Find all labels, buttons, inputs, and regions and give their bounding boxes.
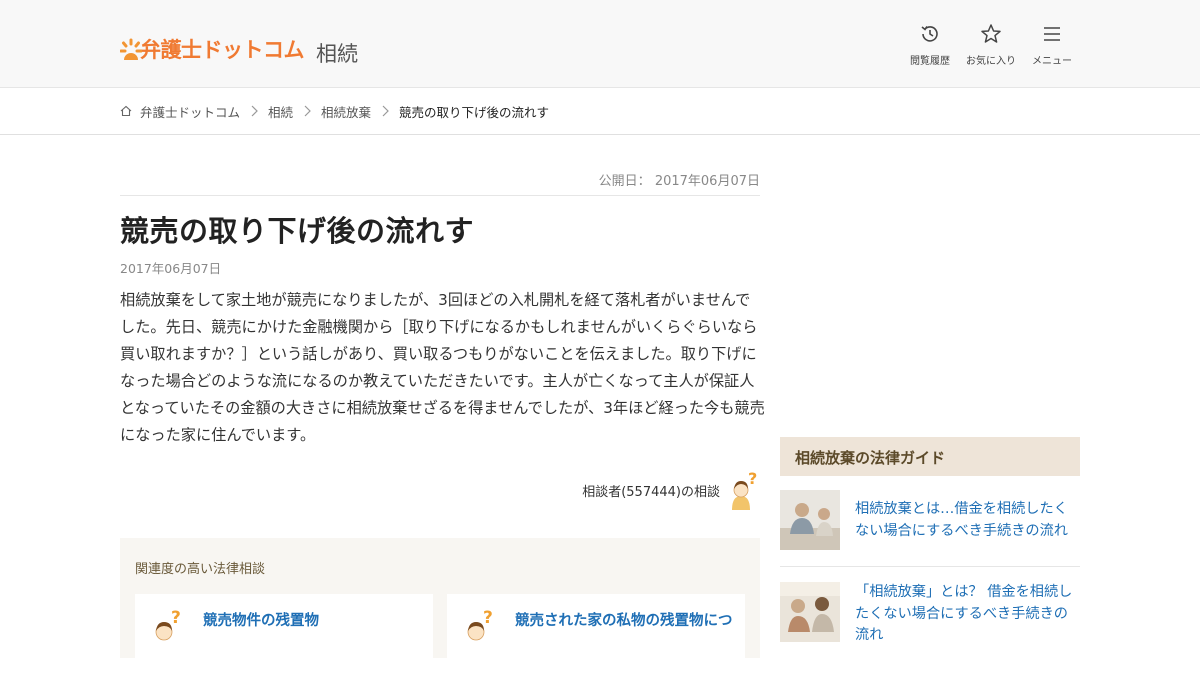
breadcrumb-inheritance-link[interactable]: 相続	[268, 102, 293, 121]
logo-subtitle: 相続	[316, 42, 358, 66]
favorites-button[interactable]: お気に入り	[961, 22, 1021, 67]
published-date: 2017年06月07日	[654, 174, 760, 189]
menu-button[interactable]: メニュー	[1022, 22, 1082, 67]
breadcrumb: 弁護士ドットコム 相続 相続放棄 競売の取り下げ後の流れす	[120, 101, 549, 121]
history-label: 閲覧履歴	[910, 56, 950, 67]
breadcrumb-home-link[interactable]: 弁護士ドットコム	[140, 102, 240, 121]
question-body: 相続放棄をして家土地が競売になりましたが、3回ほどの入札開札を経て落札者がいませ…	[120, 291, 765, 444]
guide-item-title: 相続放棄とは…借金を相続したくない場合にするべき手続きの流れ	[855, 501, 1068, 539]
history-icon	[918, 22, 942, 46]
guide-thumbnail	[780, 490, 840, 550]
history-button[interactable]: 閲覧履歴	[900, 22, 960, 67]
menu-icon	[1040, 22, 1064, 46]
consultant-avatar-icon: ?	[732, 470, 757, 510]
related-card-title: 競売された家の私物の残置物につ	[515, 613, 733, 629]
guide-heading-text: 相続放棄の法律ガイド	[795, 449, 946, 467]
related-card[interactable]: ? 競売物件の残置物	[135, 594, 433, 674]
site-header: 弁護士ドットコム 相続 閲覧履歴 お気に入り メニュー	[0, 0, 1200, 88]
logo-sun-icon	[119, 38, 143, 60]
related-title: 関連度の高い法律相談	[135, 562, 266, 577]
consultant-info: 相談者(557444)の相談 ?	[560, 470, 760, 510]
consultant-label: 相談者(557444)の相談	[582, 484, 720, 500]
page-title: 競売の取り下げ後の流れす	[120, 214, 475, 248]
star-icon	[979, 22, 1003, 46]
published-meta: 公開日： 2017年06月07日	[120, 170, 760, 189]
chevron-right-icon	[304, 105, 311, 117]
published-label: 公開日：	[598, 174, 651, 189]
menu-label: メニュー	[1032, 56, 1072, 67]
chevron-right-icon	[382, 105, 389, 117]
breadcrumb-renunciation-link[interactable]: 相続放棄	[321, 102, 371, 121]
site-logo[interactable]: 弁護士ドットコム 相続	[119, 20, 358, 72]
consultant-avatar-icon: ?	[155, 608, 181, 641]
meta-divider	[120, 195, 760, 196]
guide-thumbnail	[780, 582, 840, 642]
svg-text:?: ?	[171, 608, 181, 628]
logo-text: 弁護士ドットコム	[140, 38, 305, 62]
consultant-avatar-icon: ?	[467, 608, 493, 641]
breadcrumb-current: 競売の取り下げ後の流れす	[399, 104, 550, 120]
chevron-right-icon	[251, 105, 258, 117]
svg-text:?: ?	[748, 470, 757, 488]
question-date: 2017年06月07日	[120, 261, 222, 276]
related-card-title: 競売物件の残置物	[203, 613, 319, 629]
favorites-label: お気に入り	[966, 56, 1016, 67]
related-card[interactable]: ? 競売された家の私物の残置物につ	[447, 594, 745, 674]
guide-item-title: 「相続放棄」とは？ 借金を相続したくない場合にするべき手続きの流れ	[855, 584, 1073, 643]
guide-divider	[780, 566, 1080, 567]
guide-heading: 相続放棄の法律ガイド	[780, 437, 1080, 476]
breadcrumb-divider	[0, 134, 1200, 135]
svg-text:?: ?	[483, 608, 493, 628]
home-icon	[120, 105, 132, 117]
related-consultations: 関連度の高い法律相談 ? 競売物件の残置物 ? 競売された家の私物の残置物につ	[120, 538, 760, 674]
